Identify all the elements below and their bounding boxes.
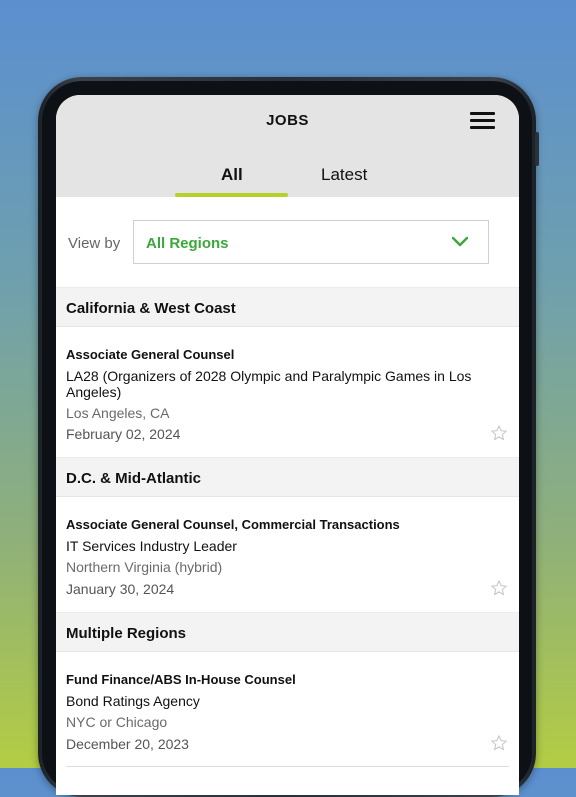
- job-title: Fund Finance/ABS In-House Counsel: [66, 672, 296, 687]
- star-outline-icon[interactable]: [490, 579, 508, 597]
- side-button: [535, 132, 539, 166]
- app-header: JOBS All Latest: [56, 95, 519, 197]
- star-outline-icon[interactable]: [490, 424, 508, 442]
- hamburger-menu-icon[interactable]: [470, 112, 495, 130]
- region-select[interactable]: All Regions: [133, 220, 489, 264]
- job-date: January 30, 2024: [66, 581, 175, 597]
- job-listing[interactable]: Associate General Counsel LA28 (Organize…: [56, 327, 519, 457]
- region-filter: View by All Regions: [56, 197, 519, 287]
- job-company: LA28 (Organizers of 2028 Olympic and Par…: [66, 368, 472, 400]
- view-by-label: View by: [68, 235, 121, 252]
- section-title: D.C. & Mid-Atlantic: [66, 470, 201, 487]
- section-header: D.C. & Mid-Atlantic: [56, 457, 519, 497]
- job-location: Los Angeles, CA: [66, 405, 170, 421]
- chevron-down-icon: [452, 236, 468, 247]
- job-location: Northern Virginia (hybrid): [66, 559, 223, 575]
- section-title: California & West Coast: [66, 300, 236, 317]
- section-title: Multiple Regions: [66, 625, 186, 642]
- job-title: Associate General Counsel, Commercial Tr…: [66, 517, 400, 532]
- app-screen: JOBS All Latest View by All Regions Cali…: [56, 95, 519, 795]
- job-company: IT Services Industry Leader: [66, 538, 237, 554]
- section-header: Multiple Regions: [56, 612, 519, 652]
- job-location: NYC or Chicago: [66, 714, 168, 730]
- tab-bar: All Latest: [56, 155, 519, 197]
- star-outline-icon[interactable]: [490, 734, 508, 752]
- region-select-value: All Regions: [146, 235, 229, 252]
- job-listing[interactable]: Fund Finance/ABS In-House Counsel Bond R…: [56, 652, 519, 767]
- page-title: JOBS: [266, 112, 309, 129]
- section-header: California & West Coast: [56, 287, 519, 327]
- job-company: Bond Ratings Agency: [66, 693, 200, 709]
- job-date: February 02, 2024: [66, 426, 181, 442]
- tab-all[interactable]: All: [221, 165, 243, 185]
- list-divider: [66, 766, 509, 767]
- job-listing[interactable]: Associate General Counsel, Commercial Tr…: [56, 497, 519, 612]
- job-date: December 20, 2023: [66, 736, 189, 752]
- job-title: Associate General Counsel: [66, 347, 235, 362]
- tab-latest[interactable]: Latest: [321, 165, 367, 185]
